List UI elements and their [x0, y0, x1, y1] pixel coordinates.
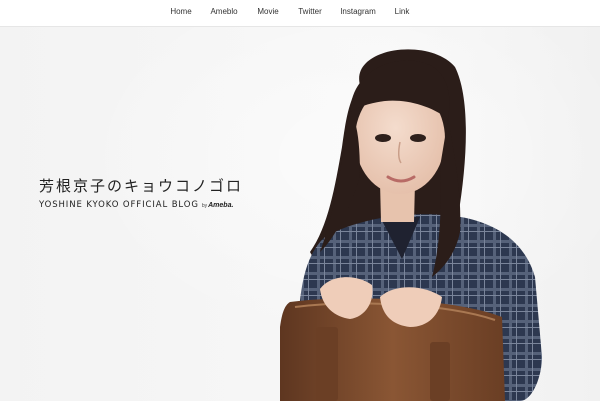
nav-item-movie[interactable]: Movie	[257, 7, 278, 17]
chair-slat-right	[430, 342, 450, 401]
ameba-logo: Ameba.	[208, 202, 234, 209]
by-label: by	[201, 203, 208, 209]
nav-item-instagram[interactable]: Instagram	[340, 7, 376, 17]
nav-item-ameblo[interactable]: Ameblo	[210, 7, 237, 17]
nav-list: Home Ameblo Movie Twitter Instagram Link	[0, 0, 600, 26]
blog-title: 芳根京子のキョウコノゴロ	[39, 177, 244, 195]
blog-subtitle: YOSHINE KYOKO OFFICIAL BLOG	[39, 200, 199, 210]
nav-item-home[interactable]: Home	[170, 7, 191, 17]
hero-banner: 芳根京子のキョウコノゴロ YOSHINE KYOKO OFFICIAL BLOG…	[0, 27, 600, 401]
right-eye	[410, 134, 426, 142]
blog-subtitle-row: YOSHINE KYOKO OFFICIAL BLOG byAmeba.	[39, 194, 233, 212]
chair-slat-left	[316, 327, 338, 401]
top-navigation: Home Ameblo Movie Twitter Instagram Link	[0, 0, 600, 27]
nav-item-link[interactable]: Link	[395, 7, 410, 17]
nav-item-twitter[interactable]: Twitter	[298, 7, 322, 17]
portrait-photo	[280, 49, 542, 401]
left-eye	[375, 134, 391, 142]
blog-page: Home Ameblo Movie Twitter Instagram Link…	[0, 0, 600, 401]
